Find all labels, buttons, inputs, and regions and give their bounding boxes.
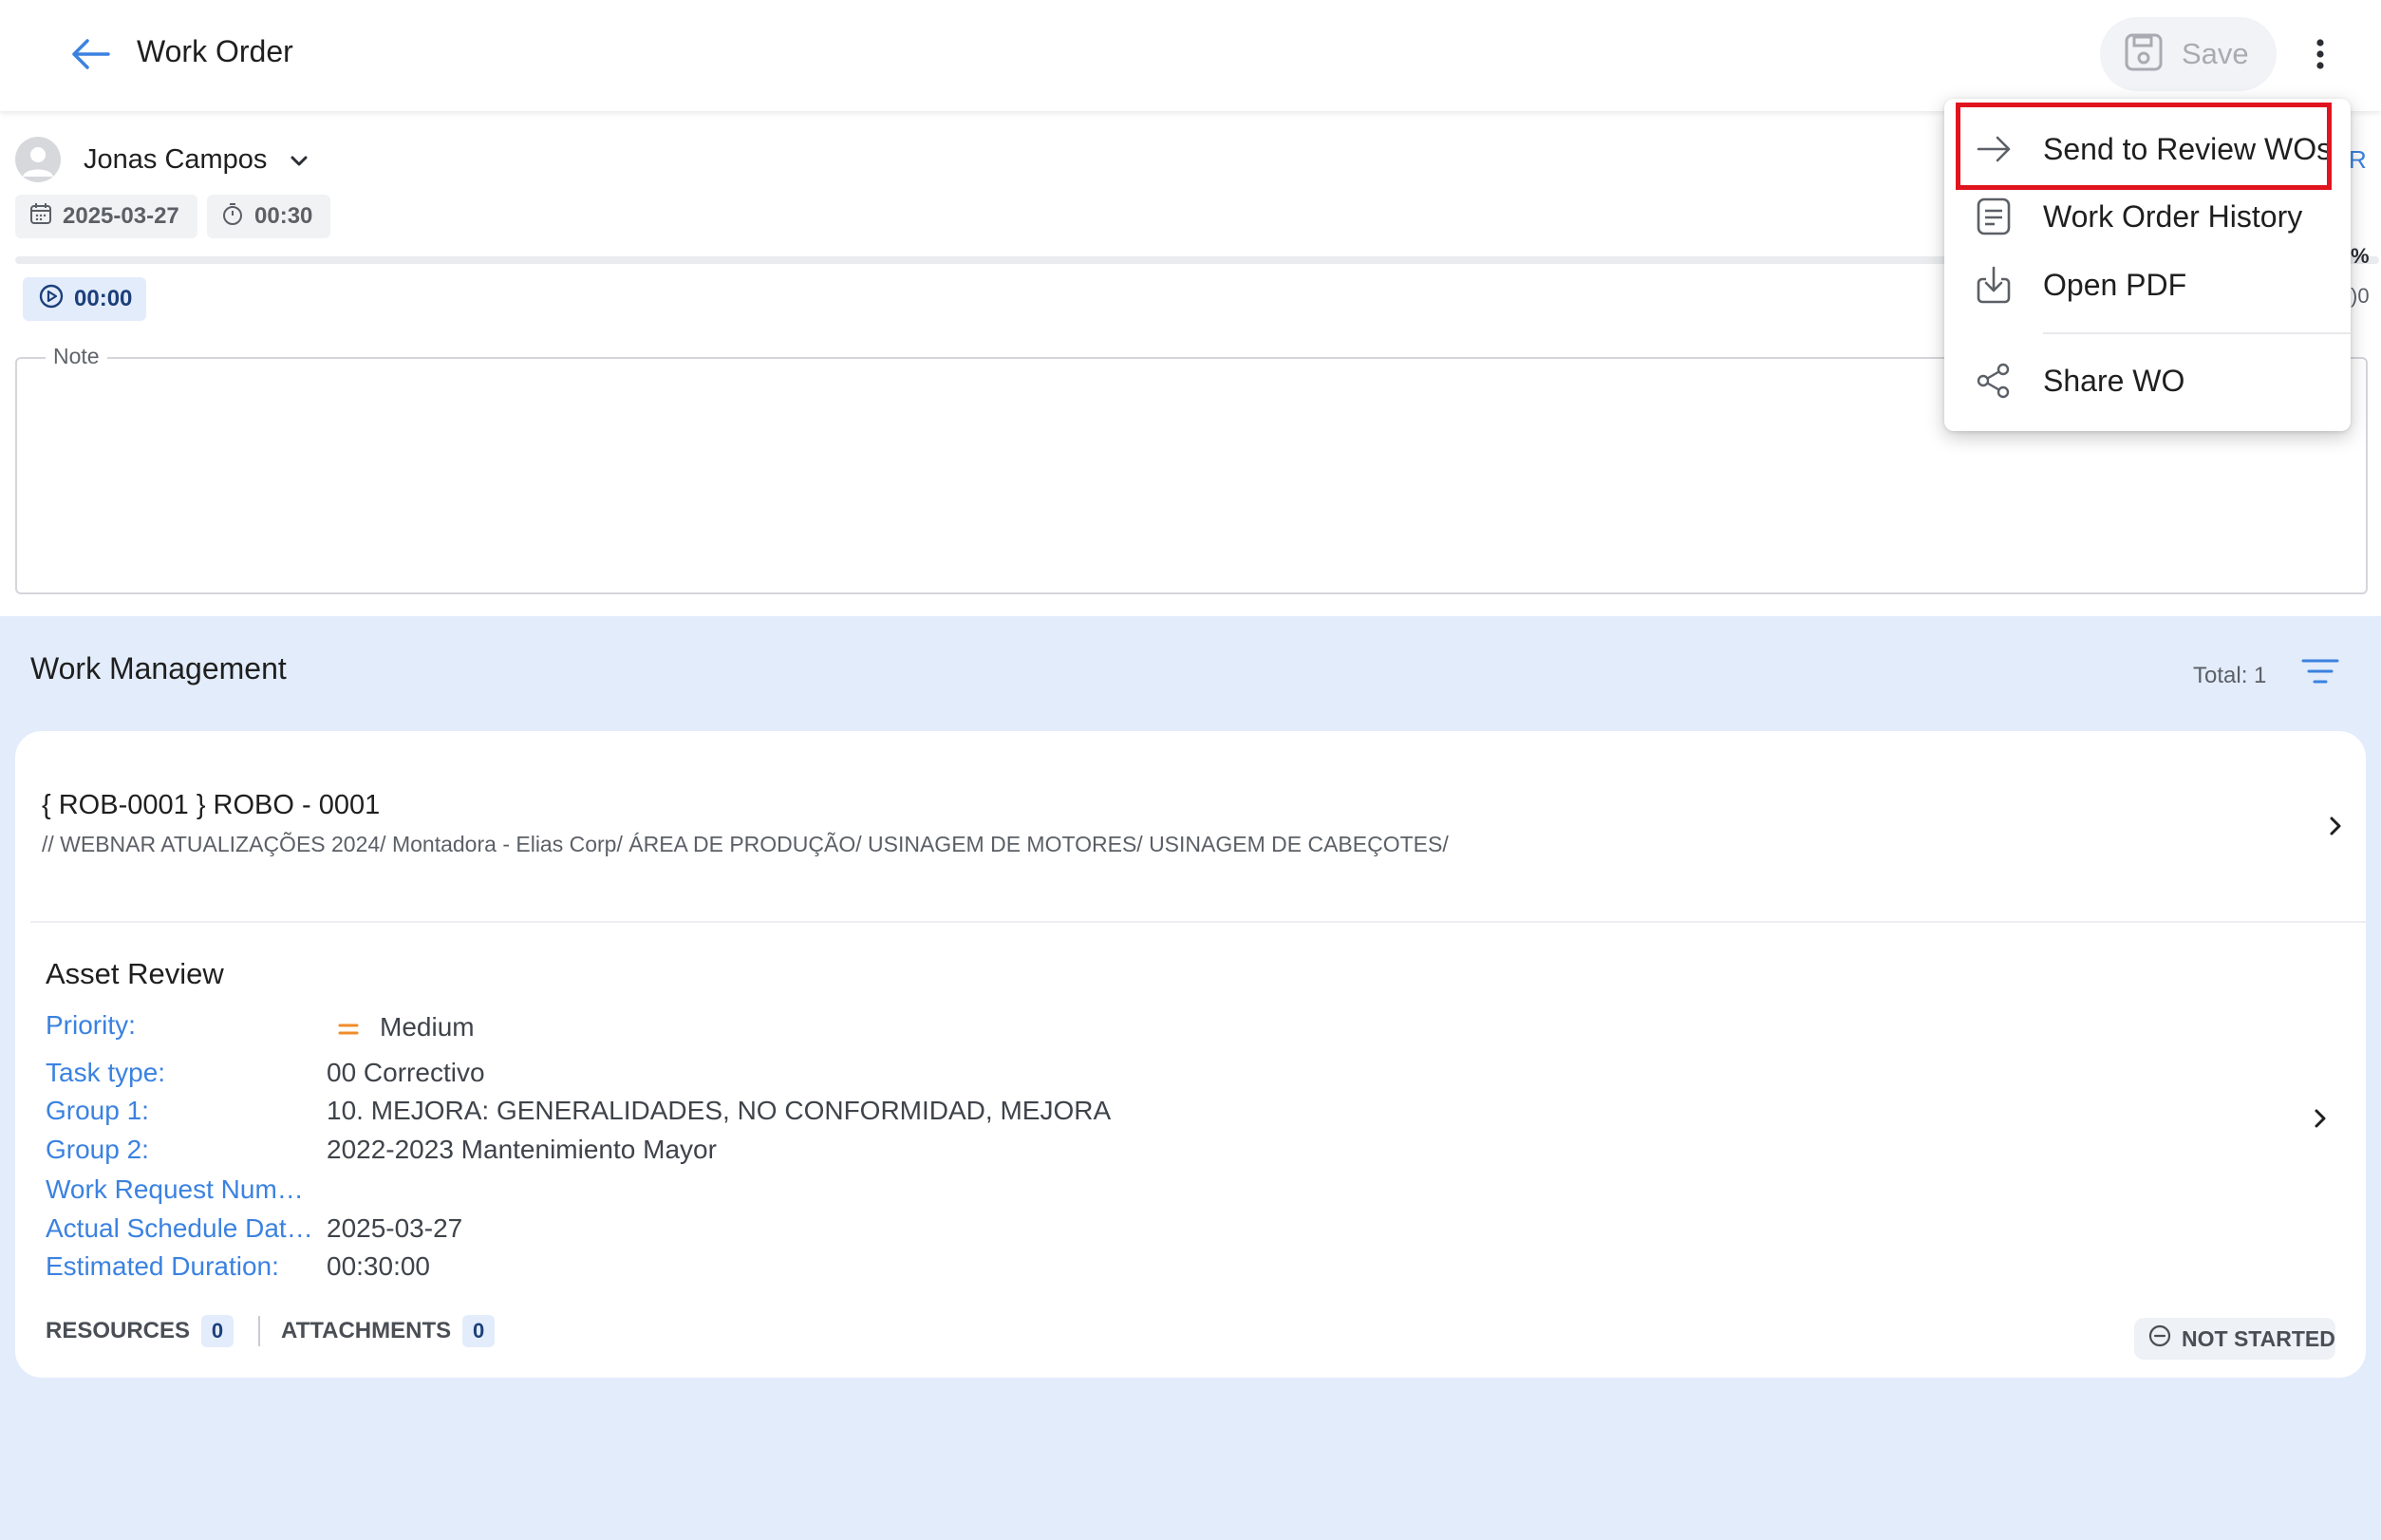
group-1-value: 10. MEJORA: GENERALIDADES, NO CONFORMIDA… bbox=[327, 1096, 1112, 1125]
save-icon bbox=[2123, 31, 2165, 78]
work-request-number-label: Work Request Num… bbox=[46, 1174, 304, 1204]
group-2-label: Group 2: bbox=[46, 1135, 149, 1164]
menu-item-send-to-review[interactable]: Send to Review WOs bbox=[1944, 118, 2351, 180]
tab-resources[interactable]: RESOURCES 0 bbox=[46, 1315, 234, 1347]
estimated-duration-value: 00:30:00 bbox=[327, 1251, 430, 1281]
menu-divider bbox=[2043, 332, 2351, 334]
actual-schedule-date-label: Actual Schedule Dat… bbox=[46, 1213, 313, 1243]
priority-label: Priority: bbox=[46, 1010, 136, 1040]
actual-schedule-date-value: 2025-03-27 bbox=[327, 1213, 463, 1243]
menu-item-label: Share WO bbox=[2043, 363, 2185, 398]
minus-circle-icon bbox=[2147, 1324, 2172, 1354]
calendar-icon bbox=[28, 201, 53, 233]
group-1-label: Group 1: bbox=[46, 1096, 149, 1125]
work-item-card: { ROB-0001 } ROBO - 0001 // WEBNAR ATUAL… bbox=[15, 731, 2366, 1378]
timer-value: 00:00 bbox=[74, 286, 133, 311]
work-management-title: Work Management bbox=[30, 651, 287, 685]
total-count: Total: 1 bbox=[2193, 663, 2267, 688]
save-label: Save bbox=[2182, 37, 2249, 70]
menu-item-label: Work Order History bbox=[2043, 198, 2303, 234]
filter-icon[interactable] bbox=[2299, 655, 2341, 687]
chevron-right-icon[interactable] bbox=[2324, 813, 2347, 839]
tab-separator bbox=[258, 1316, 261, 1346]
duration-value: 00:30 bbox=[254, 203, 313, 229]
app-header: Work Order Save bbox=[0, 0, 2381, 111]
edge-percent-fragment: % bbox=[2351, 244, 2370, 268]
chevron-right-icon[interactable] bbox=[2309, 1105, 2332, 1132]
task-type-value: 00 Correctivo bbox=[327, 1058, 485, 1087]
share-icon bbox=[1975, 362, 2013, 400]
resources-label: RESOURCES bbox=[46, 1318, 191, 1343]
save-button[interactable]: Save bbox=[2100, 17, 2277, 91]
asset-review-title: Asset Review bbox=[46, 957, 224, 990]
menu-item-label: Send to Review WOs bbox=[2043, 131, 2333, 166]
resources-count-badge: 0 bbox=[201, 1315, 234, 1347]
menu-item-share-wo[interactable]: Share WO bbox=[1944, 349, 2351, 412]
attachments-count-badge: 0 bbox=[462, 1315, 496, 1347]
date-chip: 2025-03-27 bbox=[15, 195, 197, 238]
task-type-label: Task type: bbox=[46, 1058, 166, 1087]
start-timer-button[interactable]: 00:00 bbox=[23, 277, 146, 321]
menu-item-open-pdf[interactable]: Open PDF bbox=[1944, 254, 2351, 316]
attachments-label: ATTACHMENTS bbox=[281, 1318, 452, 1343]
arrow-right-icon bbox=[1975, 130, 2013, 168]
history-doc-icon bbox=[1975, 197, 2013, 235]
resource-tabs: RESOURCES 0 ATTACHMENTS 0 bbox=[46, 1312, 496, 1350]
duration-chip: 00:30 bbox=[207, 195, 330, 238]
play-circle-icon bbox=[38, 283, 65, 316]
menu-item-label: Open PDF bbox=[2043, 267, 2187, 302]
avatar bbox=[15, 137, 61, 182]
back-arrow-icon[interactable] bbox=[66, 32, 114, 76]
tab-attachments[interactable]: ATTACHMENTS 0 bbox=[281, 1315, 496, 1347]
asset-name: { ROB-0001 } ROBO - 0001 bbox=[42, 790, 381, 820]
estimated-duration-label: Estimated Duration: bbox=[46, 1251, 279, 1281]
more-options-icon[interactable] bbox=[2303, 32, 2337, 76]
asset-path: // WEBNAR ATUALIZAÇÕES 2024/ Montadora -… bbox=[42, 832, 1449, 856]
stopwatch-icon bbox=[220, 201, 245, 233]
edge-text-fragment: R bbox=[2349, 145, 2367, 174]
priority-value: Medium bbox=[380, 1012, 475, 1042]
edge-value-fragment: )0 bbox=[2351, 284, 2370, 308]
menu-item-work-order-history[interactable]: Work Order History bbox=[1944, 185, 2351, 248]
note-label: Note bbox=[46, 344, 107, 369]
page-title: Work Order bbox=[137, 34, 293, 68]
assignee-name[interactable]: Jonas Campos bbox=[84, 144, 267, 176]
priority-medium-icon bbox=[338, 1022, 359, 1037]
date-value: 2025-03-27 bbox=[63, 203, 179, 229]
chevron-down-icon[interactable] bbox=[285, 147, 313, 176]
options-menu: Send to Review WOs Work Order History Op… bbox=[1944, 99, 2351, 431]
group-2-value: 2022-2023 Mantenimiento Mayor bbox=[327, 1135, 717, 1164]
asset-row[interactable]: { ROB-0001 } ROBO - 0001 // WEBNAR ATUAL… bbox=[15, 731, 2366, 921]
status-label: NOT STARTED bbox=[2182, 1325, 2335, 1351]
download-icon bbox=[1975, 266, 2013, 304]
divider bbox=[30, 921, 2366, 923]
status-badge: NOT STARTED bbox=[2134, 1318, 2335, 1360]
